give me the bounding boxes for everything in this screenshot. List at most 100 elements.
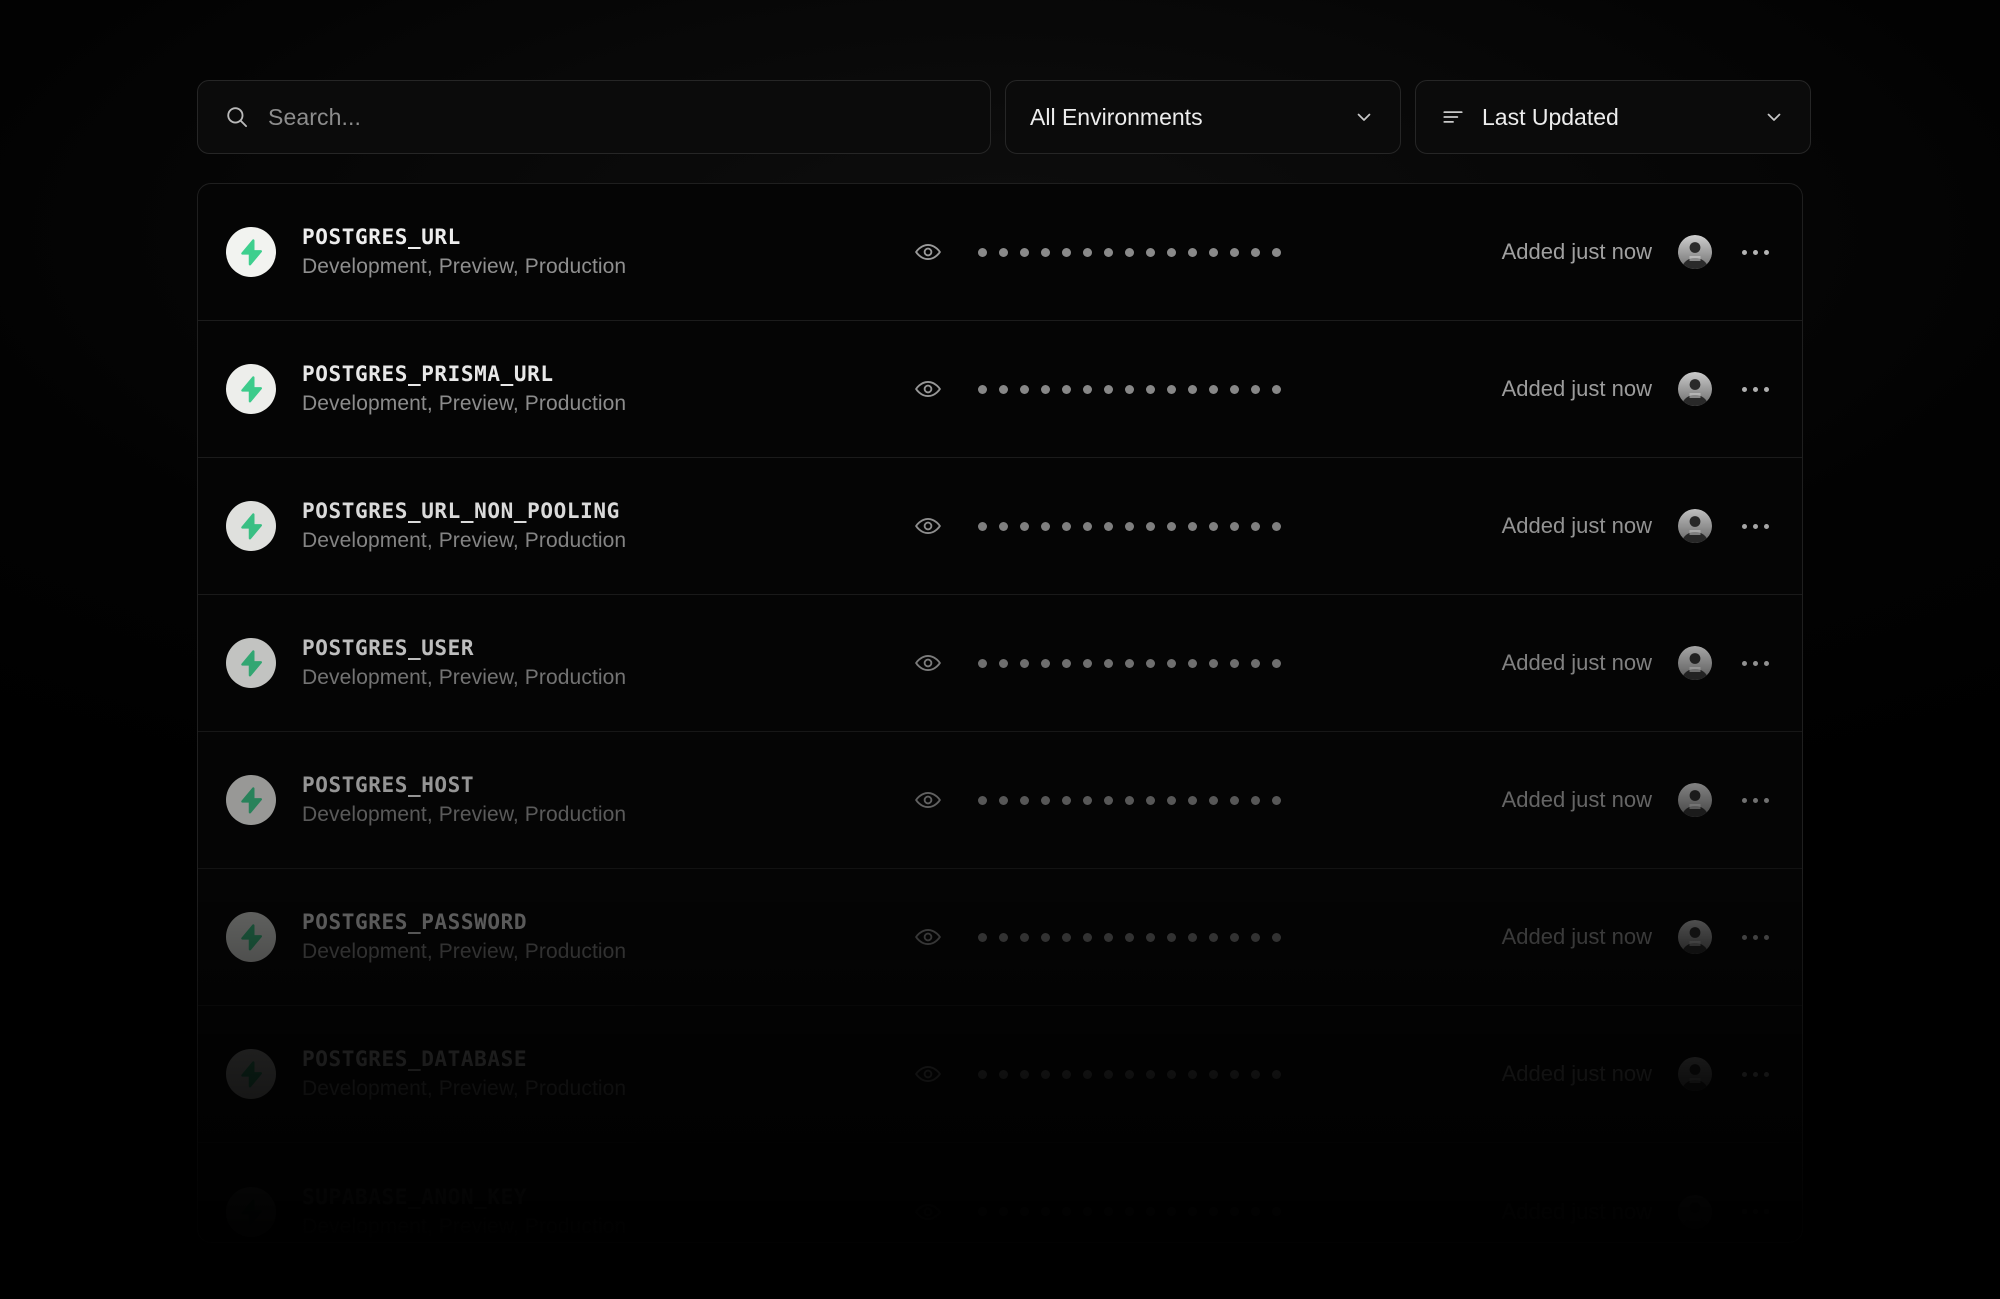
eye-icon[interactable]	[914, 649, 942, 677]
table-row[interactable]: POSTGRES_DATABASE Development, Preview, …	[198, 1006, 1802, 1143]
sort-select[interactable]: Last Updated	[1415, 80, 1811, 154]
row-name-block: POSTGRES_PASSWORD Development, Preview, …	[302, 910, 626, 964]
more-horizontal-icon[interactable]	[1738, 515, 1772, 537]
row-value	[906, 512, 1502, 540]
table-row[interactable]: POSTGRES_PRISMA_URL Development, Preview…	[198, 321, 1802, 458]
row-meta: Added just now	[1502, 372, 1772, 406]
added-timestamp: Added just now	[1501, 924, 1652, 949]
supabase-bolt-icon	[226, 775, 276, 825]
masked-secret-value	[978, 1069, 1281, 1079]
sort-select-value: Last Updated	[1482, 103, 1619, 130]
table-row[interactable]: POSTGRES_URL Development, Preview, Produ…	[198, 184, 1802, 321]
added-timestamp: Added just now	[1501, 1061, 1652, 1086]
added-timestamp: Added just now	[1501, 513, 1652, 538]
masked-secret-value	[978, 658, 1281, 668]
row-identity: POSTGRES_PRISMA_URL Development, Preview…	[226, 362, 906, 416]
env-var-targets: Development, Preview, Production	[302, 392, 627, 415]
supabase-bolt-icon	[226, 1049, 276, 1099]
row-value	[906, 1198, 1502, 1226]
avatar	[1678, 920, 1712, 954]
more-horizontal-icon[interactable]	[1738, 1063, 1772, 1085]
env-var-targets: Development, Preview, Production	[302, 666, 627, 689]
avatar	[1678, 783, 1712, 817]
more-horizontal-icon[interactable]	[1738, 926, 1772, 948]
row-meta: Added just now	[1502, 783, 1772, 817]
supabase-bolt-icon	[226, 501, 276, 551]
search-input[interactable]: Search...	[197, 80, 991, 154]
environment-filter-select[interactable]: All Environments	[1005, 80, 1401, 154]
env-var-targets: Development, Preview, Production	[302, 255, 627, 278]
env-var-key: SUPABASE_ANON_KEY	[302, 1184, 528, 1209]
supabase-bolt-icon	[226, 912, 276, 962]
row-meta: Added just now	[1502, 920, 1772, 954]
masked-secret-value	[978, 795, 1281, 805]
eye-icon[interactable]	[914, 512, 942, 540]
env-var-targets: Development, Preview, Production	[302, 940, 627, 963]
row-value	[906, 923, 1502, 951]
avatar	[1678, 646, 1712, 680]
row-meta: Added just now	[1501, 1194, 1772, 1229]
eye-icon[interactable]	[914, 1198, 942, 1226]
row-value	[906, 786, 1502, 814]
row-identity: POSTGRES_URL Development, Preview, Produ…	[226, 225, 906, 279]
row-identity: POSTGRES_USER Development, Preview, Prod…	[226, 636, 906, 690]
chevron-down-icon	[1762, 105, 1786, 129]
eye-icon[interactable]	[914, 375, 942, 403]
row-name-block: POSTGRES_DATABASE Development, Preview, …	[302, 1047, 626, 1101]
row-meta: Added just now	[1502, 235, 1772, 269]
eye-icon[interactable]	[914, 1060, 942, 1088]
supabase-bolt-icon	[226, 638, 276, 688]
list-toolbar: Search... All Environments Last Updated	[197, 80, 1811, 154]
environment-filter-value: All Environments	[1030, 103, 1203, 130]
masked-secret-value	[978, 247, 1281, 257]
more-horizontal-icon[interactable]	[1738, 789, 1772, 811]
avatar	[1678, 1057, 1712, 1091]
env-var-key: POSTGRES_URL_NON_POOLING	[302, 499, 620, 523]
environment-variable-list: POSTGRES_URL Development, Preview, Produ…	[197, 183, 1803, 1243]
eye-icon[interactable]	[914, 238, 942, 266]
row-meta: Added just now	[1502, 646, 1772, 680]
eye-icon[interactable]	[914, 786, 942, 814]
row-name-block: POSTGRES_URL_NON_POOLING Development, Pr…	[302, 499, 626, 553]
table-row[interactable]: SUPABASE_ANON_KEY Development, Preview, …	[198, 1143, 1802, 1242]
avatar	[1678, 1194, 1712, 1229]
search-icon	[224, 104, 250, 130]
supabase-bolt-icon	[226, 1186, 276, 1237]
table-row[interactable]: POSTGRES_HOST Development, Preview, Prod…	[198, 732, 1802, 869]
supabase-bolt-icon	[226, 364, 276, 414]
added-timestamp: Added just now	[1501, 239, 1652, 264]
added-timestamp: Added just now	[1501, 1198, 1652, 1224]
env-var-targets: Development, Preview, Production	[302, 803, 627, 826]
row-identity: POSTGRES_DATABASE Development, Preview, …	[226, 1047, 906, 1101]
eye-icon[interactable]	[914, 923, 942, 951]
row-value	[906, 375, 1502, 403]
avatar	[1678, 372, 1712, 406]
env-var-targets: Development, Preview, Production	[302, 1077, 627, 1100]
search-placeholder: Search...	[268, 103, 361, 130]
more-horizontal-icon[interactable]	[1738, 241, 1772, 263]
masked-secret-value	[978, 1207, 1281, 1216]
avatar	[1678, 235, 1712, 269]
masked-secret-value	[978, 384, 1281, 394]
env-var-key: POSTGRES_HOST	[302, 773, 475, 797]
environment-variables-page: Search... All Environments Last Updated	[0, 0, 2000, 1299]
env-var-targets: Development, Preview, Production	[302, 1214, 627, 1238]
table-row[interactable]: POSTGRES_USER Development, Preview, Prod…	[198, 595, 1802, 732]
row-name-block: POSTGRES_PRISMA_URL Development, Preview…	[302, 362, 626, 416]
more-horizontal-icon[interactable]	[1738, 378, 1772, 400]
table-row[interactable]: POSTGRES_URL_NON_POOLING Development, Pr…	[198, 458, 1802, 595]
row-name-block: SUPABASE_ANON_KEY Development, Preview, …	[302, 1185, 626, 1239]
more-horizontal-icon[interactable]	[1738, 1201, 1772, 1223]
row-identity: POSTGRES_HOST Development, Preview, Prod…	[226, 773, 906, 827]
added-timestamp: Added just now	[1501, 650, 1652, 675]
row-name-block: POSTGRES_URL Development, Preview, Produ…	[302, 225, 626, 279]
avatar	[1678, 509, 1712, 543]
more-horizontal-icon[interactable]	[1738, 652, 1772, 674]
row-meta: Added just now	[1502, 1057, 1772, 1091]
env-var-key: POSTGRES_DATABASE	[302, 1047, 528, 1071]
env-var-key: POSTGRES_PRISMA_URL	[302, 362, 554, 386]
masked-secret-value	[978, 521, 1281, 531]
supabase-bolt-icon	[226, 227, 276, 277]
table-row[interactable]: POSTGRES_PASSWORD Development, Preview, …	[198, 869, 1802, 1006]
added-timestamp: Added just now	[1501, 787, 1652, 812]
